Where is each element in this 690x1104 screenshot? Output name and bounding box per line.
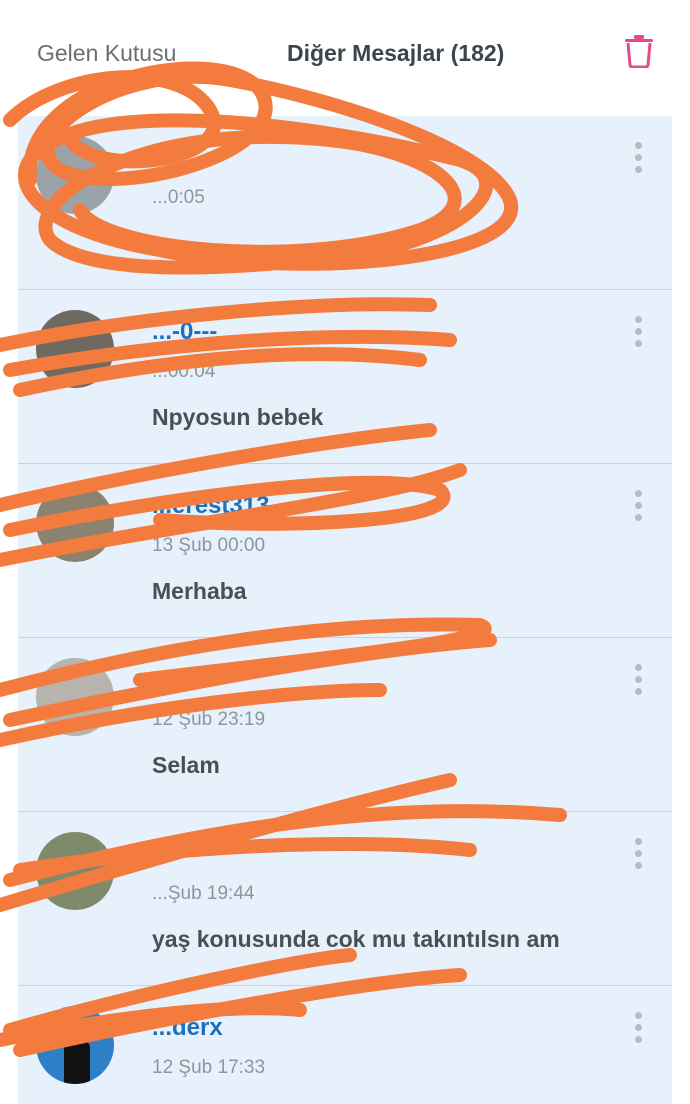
message-date: 12 Şub 23:19 [152, 709, 266, 730]
message-username[interactable]: ...-0--- [152, 318, 217, 346]
avatar[interactable] [36, 658, 114, 736]
more-options-icon[interactable] [630, 316, 646, 352]
avatar[interactable] [36, 310, 114, 388]
message-preview: Selam [152, 752, 220, 778]
message-row[interactable]: ...00 12 Şub 23:19 Selam [18, 638, 672, 812]
more-options-icon[interactable] [630, 838, 646, 874]
tab-other-messages[interactable]: Diğer Mesajlar (182) [287, 40, 504, 67]
more-options-icon[interactable] [630, 142, 646, 178]
message-date: ...Şub 19:44 [152, 883, 255, 904]
more-options-icon[interactable] [630, 490, 646, 526]
message-username[interactable]: ...00 [152, 666, 199, 694]
top-bar: Gelen Kutusu Diğer Mesajlar (182) [0, 0, 690, 112]
message-list[interactable]: ...0:05 ...-0--- ...00:04 Npyosun bebek … [18, 116, 672, 1104]
message-row[interactable]: ...-0--- ...00:04 Npyosun bebek [18, 290, 672, 464]
message-date: 12 Şub 17:33 [152, 1057, 266, 1078]
avatar[interactable] [36, 1006, 114, 1084]
avatar[interactable] [36, 832, 114, 910]
more-options-icon[interactable] [630, 1012, 646, 1048]
message-date: 13 Şub 00:00 [152, 535, 266, 556]
tab-inbox[interactable]: Gelen Kutusu [37, 40, 176, 67]
more-options-icon[interactable] [630, 664, 646, 700]
message-preview: yaş konusunda cok mu takıntılsın am [152, 926, 560, 952]
message-date: ...00:04 [152, 361, 216, 382]
avatar[interactable] [36, 136, 114, 214]
message-row[interactable]: ...derx 12 Şub 17:33 [18, 986, 672, 1104]
message-username[interactable]: ...erest313 [152, 492, 269, 520]
message-preview: Npyosun bebek [152, 404, 324, 430]
message-username[interactable]: ...derx [152, 1014, 223, 1042]
message-preview: Merhaba [152, 578, 247, 604]
trash-icon-graphic [625, 35, 653, 69]
trash-icon[interactable] [624, 34, 654, 69]
message-row[interactable]: ...Şub 19:44 yaş konusunda cok mu takınt… [18, 812, 672, 986]
avatar[interactable] [36, 484, 114, 562]
message-row[interactable]: ...0:05 [18, 116, 672, 290]
message-row[interactable]: ...erest313 13 Şub 00:00 Merhaba [18, 464, 672, 638]
message-date: ...0:05 [152, 187, 205, 208]
